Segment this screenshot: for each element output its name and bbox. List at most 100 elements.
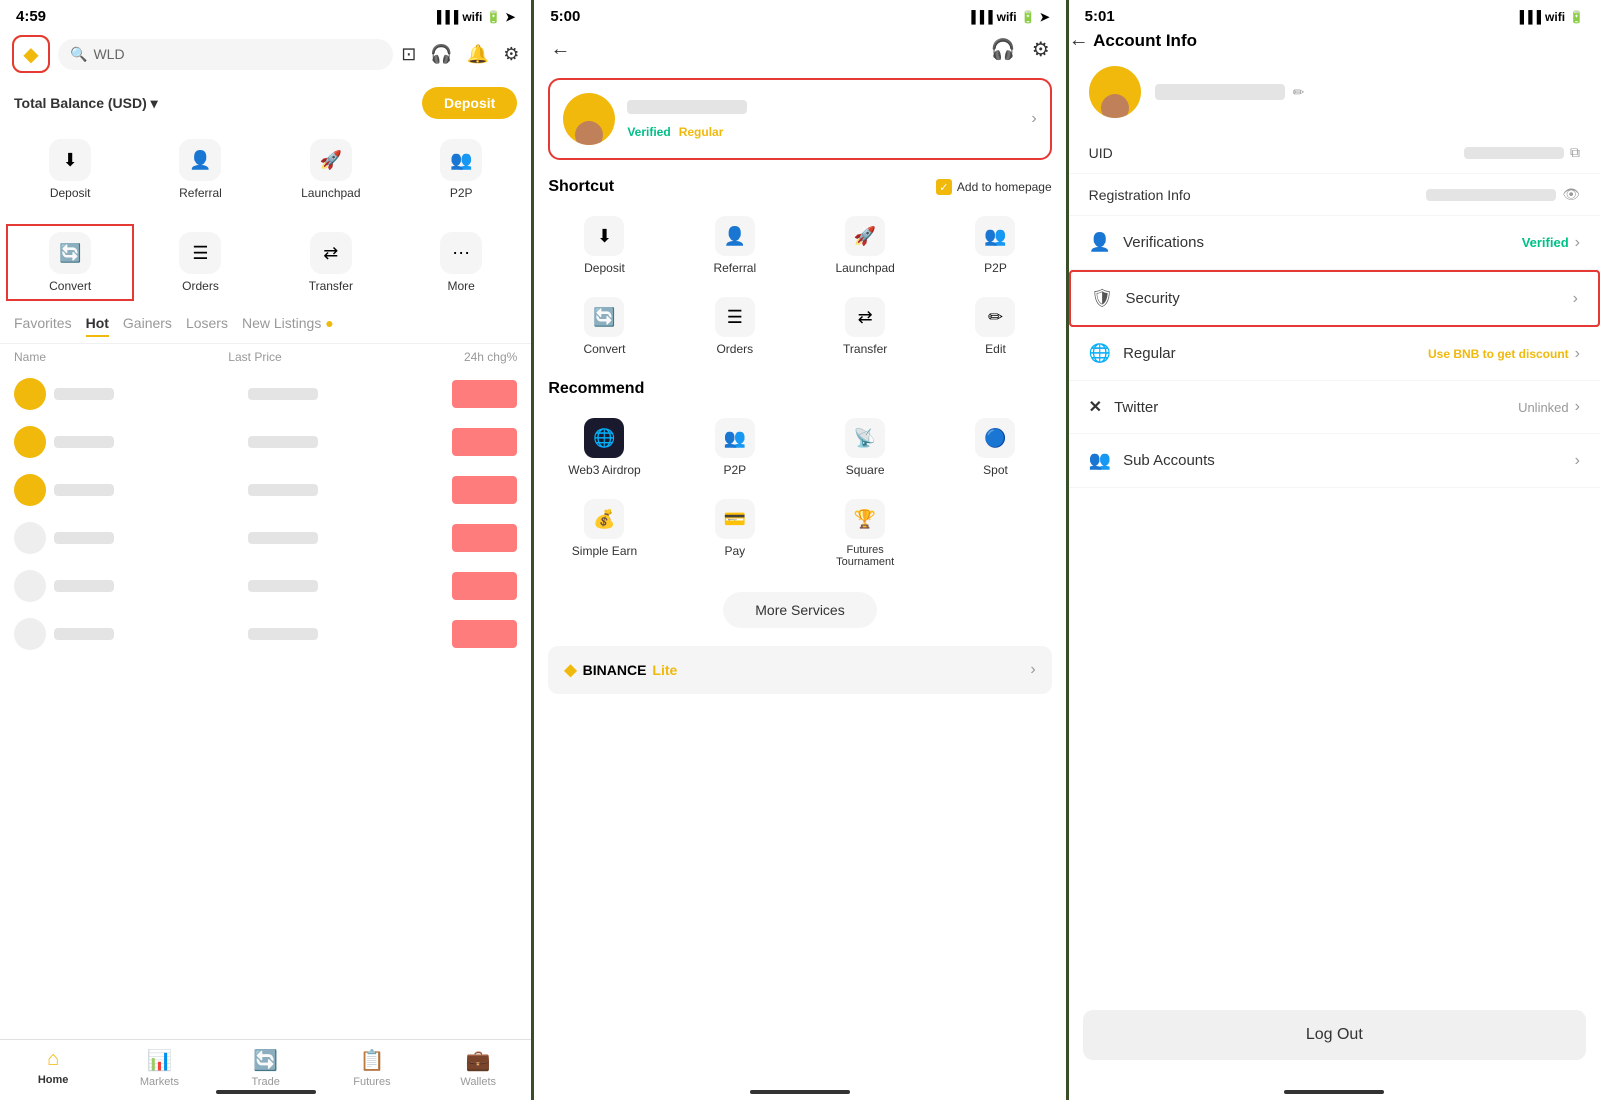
web3-label: Web3 Airdrop <box>568 463 641 477</box>
action-orders[interactable]: ☰ Orders <box>136 224 264 301</box>
signal-icon-3: ▐▐▐ <box>1516 10 1542 24</box>
futures-tournament-icon: 🏆 <box>845 499 885 539</box>
balance-label[interactable]: Total Balance (USD) ▾ <box>14 95 158 112</box>
table-row[interactable] <box>0 562 531 610</box>
action-transfer[interactable]: ⇄ Transfer <box>267 224 395 301</box>
shortcut-convert[interactable]: 🔄 Convert <box>540 287 668 366</box>
account-avatar-head <box>1101 94 1129 118</box>
nav-markets-label: Markets <box>140 1076 179 1088</box>
shortcut-deposit[interactable]: ⬇ Deposit <box>540 206 668 285</box>
search-bar[interactable]: 🔍 WLD <box>58 39 393 70</box>
verifications-row[interactable]: 👤 Verifications Verified › <box>1069 216 1600 270</box>
shortcut-transfer-icon: ⇄ <box>845 297 885 337</box>
twitter-row[interactable]: ✕ Twitter Unlinked › <box>1069 381 1600 434</box>
shortcut-p2p[interactable]: 👥 P2P <box>931 206 1059 285</box>
shortcut-launchpad-label: Launchpad <box>835 261 894 275</box>
add-homepage-toggle[interactable]: ✓ Add to homepage <box>936 179 1052 195</box>
shortcuts-grid: ⬇ Deposit 👤 Referral 🚀 Launchpad 👥 P2P 🔄… <box>534 202 1065 370</box>
binance-lite-bar[interactable]: ◆ BINANCE Lite › <box>548 646 1051 694</box>
table-row[interactable] <box>0 418 531 466</box>
security-row[interactable]: 🛡 Security › <box>1069 270 1600 327</box>
simple-earn-label: Simple Earn <box>572 544 637 558</box>
verifications-icon: 👤 <box>1089 232 1111 253</box>
shortcut-orders[interactable]: ☰ Orders <box>671 287 799 366</box>
uid-value <box>1464 147 1564 159</box>
recommend-square[interactable]: 📡 Square <box>801 408 929 487</box>
transfer-icon: ⇄ <box>310 232 352 274</box>
binance-logo[interactable]: ◆ <box>12 35 50 73</box>
account-name <box>1155 84 1285 100</box>
action-referral[interactable]: 👤 Referral <box>136 131 264 208</box>
quick-actions-row2: 🔄 Convert ☰ Orders ⇄ Transfer ⋯ More <box>0 216 531 309</box>
account-back-button[interactable]: ← <box>1069 29 1089 51</box>
home-indicator-2 <box>750 1090 850 1094</box>
nav-markets[interactable]: 📊 Markets <box>106 1048 212 1088</box>
launchpad-icon: 🚀 <box>310 139 352 181</box>
battery-icon-2: 🔋 <box>1021 10 1036 24</box>
regular-chevron: › <box>1575 345 1580 363</box>
table-row[interactable] <box>0 514 531 562</box>
tab-gainers[interactable]: Gainers <box>123 315 172 337</box>
shortcut-edit[interactable]: ✏ Edit <box>931 287 1059 366</box>
recommend-p2p[interactable]: 👥 P2P <box>671 408 799 487</box>
action-more[interactable]: ⋯ More <box>397 224 525 301</box>
recommend-pay[interactable]: 💳 Pay <box>671 489 799 578</box>
registration-label: Registration Info <box>1089 187 1191 203</box>
action-convert[interactable]: 🔄 Convert <box>6 224 134 301</box>
registration-row: Registration Info 👁 <box>1069 174 1600 216</box>
p2p-label: P2P <box>450 186 473 200</box>
profile-card[interactable]: Verified Regular › <box>548 78 1051 160</box>
tab-favorites[interactable]: Favorites <box>14 315 72 337</box>
action-p2p[interactable]: 👥 P2P <box>397 131 525 208</box>
deposit-button[interactable]: Deposit <box>422 87 517 119</box>
crypto-price <box>248 628 318 640</box>
nav-home[interactable]: ⌂ Home <box>0 1048 106 1088</box>
avatar <box>563 93 615 145</box>
logout-button[interactable]: Log Out <box>1083 1010 1586 1060</box>
tab-hot[interactable]: Hot <box>86 315 109 337</box>
rec-p2p-label: P2P <box>723 463 746 477</box>
table-row[interactable] <box>0 466 531 514</box>
action-deposit[interactable]: ⬇ Deposit <box>6 131 134 208</box>
nav-trade[interactable]: 🔄 Trade <box>213 1048 319 1088</box>
settings-icon[interactable]: ⚙ <box>1032 37 1050 62</box>
home-indicator <box>216 1090 316 1094</box>
nav-futures[interactable]: 📋 Futures <box>319 1048 425 1088</box>
crypto-info <box>14 474 114 506</box>
crypto-name <box>54 532 114 544</box>
more-services-button[interactable]: More Services <box>723 592 876 628</box>
shortcut-transfer[interactable]: ⇄ Transfer <box>801 287 929 366</box>
bell-icon[interactable]: 🔔 <box>467 44 489 65</box>
status-bar-1: 4:59 ▐▐▐ wifi 🔋 ➤ <box>0 0 531 29</box>
binance-text: BINANCE <box>583 662 647 678</box>
col-price: Last Price <box>228 350 281 364</box>
headset-icon-2[interactable]: 🎧 <box>991 37 1016 62</box>
recommend-spot[interactable]: 🔵 Spot <box>931 408 1059 487</box>
square-label: Square <box>846 463 885 477</box>
profile-icon[interactable]: ⚙ <box>503 44 519 65</box>
shortcut-referral[interactable]: 👤 Referral <box>671 206 799 285</box>
scan-icon[interactable]: ⊡ <box>401 44 416 65</box>
headset-icon[interactable]: 🎧 <box>430 44 452 65</box>
regular-row[interactable]: 🌐 Regular Use BNB to get discount › <box>1069 327 1600 381</box>
eye-icon[interactable]: 👁 <box>1562 186 1580 203</box>
back-button[interactable]: ← <box>550 38 570 61</box>
sub-accounts-row[interactable]: 👥 Sub Accounts › <box>1069 434 1600 488</box>
action-launchpad[interactable]: 🚀 Launchpad <box>267 131 395 208</box>
tab-new-listings[interactable]: New Listings ● <box>242 315 334 337</box>
deposit-icon: ⬇ <box>49 139 91 181</box>
table-row[interactable] <box>0 610 531 658</box>
balance-row: Total Balance (USD) ▾ Deposit <box>0 79 531 123</box>
account-name-area: ✏ <box>1155 84 1305 101</box>
recommend-futures-tournament[interactable]: 🏆 FuturesTournament <box>801 489 929 578</box>
shortcut-launchpad[interactable]: 🚀 Launchpad <box>801 206 929 285</box>
crypto-info <box>14 378 114 410</box>
copy-uid-icon[interactable]: ⧉ <box>1570 144 1580 161</box>
recommend-web3[interactable]: 🌐 Web3 Airdrop <box>540 408 668 487</box>
nav-wallets[interactable]: 💼 Wallets <box>425 1048 531 1088</box>
edit-name-icon[interactable]: ✏ <box>1293 84 1305 101</box>
tab-losers[interactable]: Losers <box>186 315 228 337</box>
recommend-simple-earn[interactable]: 💰 Simple Earn <box>540 489 668 578</box>
table-row[interactable] <box>0 370 531 418</box>
account-top-bar: ← Account Info <box>1069 29 1600 52</box>
